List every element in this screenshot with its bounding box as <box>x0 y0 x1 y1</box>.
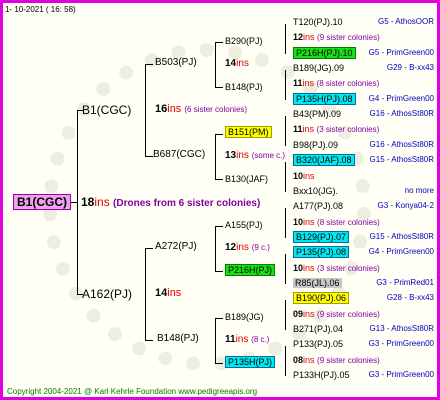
pedigree-drones: 14ins <box>225 58 249 69</box>
pedigree-node: B190(PJ).06 <box>293 292 350 304</box>
connector-line <box>215 42 216 88</box>
connector-line <box>285 254 286 284</box>
connector-line <box>215 134 216 180</box>
pedigree-node: P135(PJ).08 <box>293 246 350 258</box>
origin-label: G4 - PrimGreen00 <box>368 247 434 256</box>
pedigree-node: A177(PJ).08 <box>293 201 344 211</box>
pedigree-node: A272(PJ) <box>155 241 197 252</box>
copyright: Copyright 2004-2021 @ Karl Kehrle Founda… <box>7 387 258 396</box>
connector-line <box>215 179 223 180</box>
origin-label: G13 - AthosSt80R <box>369 324 434 333</box>
pedigree-node: Bxx10(JG). <box>293 186 339 196</box>
pedigree-node: B130(JAF) <box>225 174 269 184</box>
origin-label: G3 - Konya04-2 <box>377 201 434 210</box>
origin-label: no more <box>404 186 434 195</box>
connector-line <box>215 226 223 227</box>
connector-line <box>285 208 286 238</box>
origin-label: G3 - PrimGreen00 <box>368 339 434 348</box>
pedigree-node: P135H(PJ) <box>225 356 276 368</box>
pedigree-node: B189(JG) <box>225 312 264 322</box>
origin-label: G3 - PrimRed01 <box>376 278 434 287</box>
connector-line <box>215 87 223 88</box>
connector-line <box>145 156 153 157</box>
pedigree-drones: 10ins (3 sister colonies) <box>293 263 380 273</box>
pedigree-node: B98(PJ).09 <box>293 140 339 150</box>
pedigree-node: B271(PJ).04 <box>293 324 344 334</box>
connector-line <box>285 116 286 146</box>
pedigree-drones: 11ins (8 sister colonies) <box>293 78 380 88</box>
pedigree-date: 1- 10-2021 ( 16: 58) <box>5 5 76 14</box>
origin-label: G5 - PrimGreen00 <box>368 48 434 57</box>
connector-line <box>215 363 223 364</box>
pedigree-drones: 11ins (8 c.) <box>225 334 270 345</box>
connector-line <box>215 134 223 135</box>
pedigree-node: P216H(PJ) <box>225 264 276 276</box>
origin-label: G16 - AthosSt80R <box>369 109 434 118</box>
connector-line <box>285 24 286 54</box>
pedigree-node: A162(PJ) <box>82 287 133 301</box>
pedigree-drones: 12ins (9 sister colonies) <box>293 32 380 42</box>
pedigree-node: B129(PJ).07 <box>293 231 350 243</box>
pedigree-node: P133H(PJ).05 <box>293 370 350 380</box>
connector-line <box>285 70 286 100</box>
pedigree-drones: 13ins (some c.) <box>225 150 286 161</box>
pedigree-node: B189(JG).09 <box>293 63 345 73</box>
pedigree-drones: 14ins <box>155 287 182 299</box>
connector-line <box>215 318 216 364</box>
root-queen: B1(CGC) <box>13 194 71 210</box>
pedigree-drones: 10ins <box>293 171 315 181</box>
pedigree-node: B320(JAF).08 <box>293 154 355 166</box>
pedigree-drones: 09ins (9 sister colonies) <box>293 309 380 319</box>
pedigree-drones: 10ins (8 sister colonies) <box>293 217 380 227</box>
connector-line <box>145 248 153 249</box>
pedigree-node: P133(PJ).05 <box>293 339 344 349</box>
origin-label: G3 - PrimGreen00 <box>368 370 434 379</box>
connector-line <box>145 64 146 157</box>
origin-label: G16 - AthosSt80R <box>369 140 434 149</box>
pedigree-node: T120(PJ).10 <box>293 17 343 27</box>
pedigree-node: B151(PM) <box>225 126 272 138</box>
pedigree-node: B687(CGC) <box>153 149 206 160</box>
pedigree-node: P216H(PJ).10 <box>293 47 356 59</box>
pedigree-drones: 11ins (3 sister colonies) <box>293 124 380 134</box>
connector-line <box>215 226 216 272</box>
connector-line <box>145 248 146 341</box>
pedigree-node: R85(JL).06 <box>293 278 342 288</box>
pedigree-node: B148(PJ) <box>157 333 199 344</box>
pedigree-drones: 12ins (9 c.) <box>225 242 270 253</box>
connector-line <box>215 271 223 272</box>
pedigree-node: B503(PJ) <box>155 57 197 68</box>
pedigree-node: B148(PJ) <box>225 82 263 92</box>
connector-line <box>77 110 78 295</box>
pedigree-drones: 08ins (9 sister colonies) <box>293 355 380 365</box>
origin-label: G15 - AthosSt80R <box>369 155 434 164</box>
connector-line <box>215 42 223 43</box>
connector-line <box>145 340 153 341</box>
pedigree-node: B290(PJ) <box>225 36 263 46</box>
connector-line <box>285 300 286 330</box>
origin-label: G5 - AthosOOR <box>377 17 434 26</box>
connector-line <box>285 346 286 376</box>
pedigree-drones: 16ins (6 sister colonies) <box>155 103 248 115</box>
pedigree-frame: 1- 10-2021 ( 16: 58) B1(CGC) 18ins (Dron… <box>0 0 440 400</box>
origin-label: G28 - B-xx43 <box>386 293 434 302</box>
origin-label: G15 - AthosSt80R <box>369 232 434 241</box>
pedigree-node: B43(PM).09 <box>293 109 342 119</box>
connector-line <box>285 162 286 192</box>
pedigree-node: P135H(PJ).08 <box>293 93 356 105</box>
pedigree-node: A155(PJ) <box>225 220 263 230</box>
connector-line <box>215 318 223 319</box>
pedigree-node: B1(CGC) <box>82 103 132 117</box>
connector-line <box>145 64 153 65</box>
root-drones: 18ins (Drones from 6 sister colonies) <box>81 195 261 209</box>
origin-label: G29 - B-xx43 <box>386 63 434 72</box>
origin-label: G4 - PrimGreen00 <box>368 94 434 103</box>
